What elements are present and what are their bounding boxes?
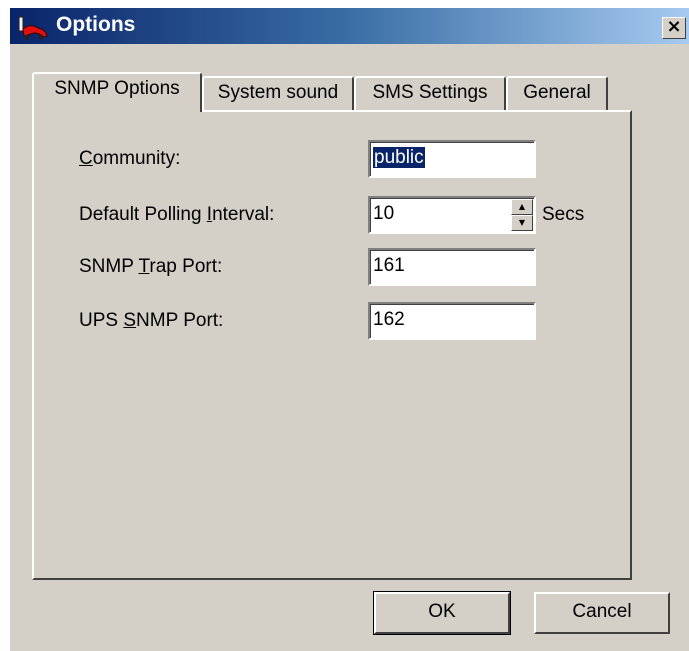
polling-interval-label: Default Polling Interval:	[79, 204, 275, 225]
spin-up-icon[interactable]: ▲	[511, 199, 533, 215]
tab-general[interactable]: General	[506, 76, 608, 110]
snmp-trap-port-value: 161	[373, 255, 405, 276]
spin-down-icon[interactable]: ▼	[511, 215, 533, 231]
polling-interval-field[interactable]: 10 ▲ ▼	[368, 196, 536, 234]
community-value: public	[373, 147, 425, 168]
tab-snmp-options[interactable]: SNMP Options	[32, 72, 202, 112]
close-button[interactable]: ×	[662, 17, 686, 39]
tab-sms-settings[interactable]: SMS Settings	[354, 76, 506, 110]
ups-snmp-port-field[interactable]: 162	[368, 302, 536, 340]
ups-snmp-port-value: 162	[373, 309, 405, 330]
tab-label: General	[523, 82, 591, 103]
options-dialog: Options × SNMP Options System sound SMS …	[10, 8, 689, 651]
tab-label: SNMP Options	[54, 78, 180, 99]
polling-interval-value: 10	[373, 203, 395, 224]
title-bar[interactable]: Options ×	[10, 8, 689, 44]
tab-label: SMS Settings	[372, 82, 488, 103]
tab-panel-snmp-options	[32, 110, 632, 580]
ok-button[interactable]: OK	[373, 591, 511, 635]
polling-interval-stepper[interactable]: ▲ ▼	[511, 199, 533, 231]
app-icon	[18, 16, 48, 40]
community-label: Community:	[79, 148, 181, 169]
close-icon: ×	[666, 16, 682, 37]
window-title: Options	[56, 13, 136, 36]
polling-unit-label: Secs	[542, 204, 585, 225]
community-field[interactable]: public	[368, 140, 536, 178]
ups-snmp-port-label: UPS SNMP Port:	[79, 310, 224, 331]
snmp-trap-port-label: SNMP Trap Port:	[79, 256, 223, 277]
cancel-button[interactable]: Cancel	[534, 592, 670, 634]
snmp-trap-port-field[interactable]: 161	[368, 248, 536, 286]
tab-label: System sound	[217, 82, 339, 103]
tab-system-sound[interactable]: System sound	[202, 76, 354, 110]
